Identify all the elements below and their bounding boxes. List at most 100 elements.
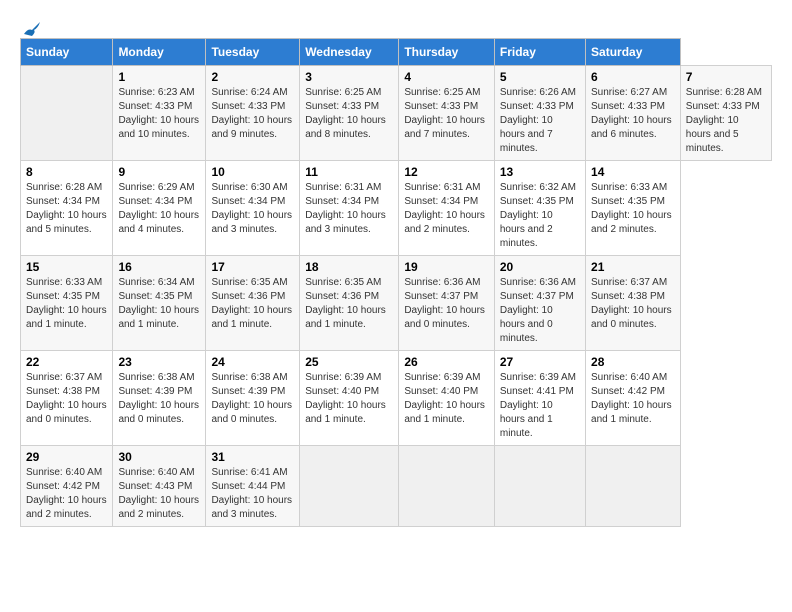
calendar-cell: 13 Sunrise: 6:32 AMSunset: 4:35 PMDaylig…: [494, 161, 585, 256]
day-header-monday: Monday: [113, 39, 206, 66]
day-number: 17: [211, 260, 294, 274]
day-number: 19: [404, 260, 489, 274]
calendar-cell: 30 Sunrise: 6:40 AMSunset: 4:43 PMDaylig…: [113, 446, 206, 527]
calendar-cell: 10 Sunrise: 6:30 AMSunset: 4:34 PMDaylig…: [206, 161, 300, 256]
calendar-cell: [300, 446, 399, 527]
day-number: 7: [686, 70, 766, 84]
day-info: Sunrise: 6:31 AMSunset: 4:34 PMDaylight:…: [404, 182, 485, 235]
day-number: 30: [118, 450, 200, 464]
day-number: 11: [305, 165, 393, 179]
calendar-cell: [586, 446, 681, 527]
calendar-cell: 19 Sunrise: 6:36 AMSunset: 4:37 PMDaylig…: [399, 256, 495, 351]
day-number: 6: [591, 70, 675, 84]
calendar-header-row: SundayMondayTuesdayWednesdayThursdayFrid…: [21, 39, 772, 66]
day-info: Sunrise: 6:37 AMSunset: 4:38 PMDaylight:…: [26, 372, 107, 425]
day-number: 5: [500, 70, 580, 84]
calendar-cell: 12 Sunrise: 6:31 AMSunset: 4:34 PMDaylig…: [399, 161, 495, 256]
calendar-cell: [399, 446, 495, 527]
day-number: 28: [591, 355, 675, 369]
calendar-cell: 6 Sunrise: 6:27 AMSunset: 4:33 PMDayligh…: [586, 66, 681, 161]
page-header: [20, 20, 772, 34]
day-number: 31: [211, 450, 294, 464]
calendar-cell: 15 Sunrise: 6:33 AMSunset: 4:35 PMDaylig…: [21, 256, 113, 351]
day-number: 29: [26, 450, 107, 464]
day-info: Sunrise: 6:40 AMSunset: 4:42 PMDaylight:…: [26, 467, 107, 520]
day-number: 1: [118, 70, 200, 84]
day-header-thursday: Thursday: [399, 39, 495, 66]
day-number: 4: [404, 70, 489, 84]
calendar-cell: 20 Sunrise: 6:36 AMSunset: 4:37 PMDaylig…: [494, 256, 585, 351]
calendar-cell: 26 Sunrise: 6:39 AMSunset: 4:40 PMDaylig…: [399, 351, 495, 446]
day-info: Sunrise: 6:24 AMSunset: 4:33 PMDaylight:…: [211, 87, 292, 140]
day-info: Sunrise: 6:36 AMSunset: 4:37 PMDaylight:…: [500, 277, 576, 344]
day-info: Sunrise: 6:26 AMSunset: 4:33 PMDaylight:…: [500, 87, 576, 154]
day-info: Sunrise: 6:39 AMSunset: 4:41 PMDaylight:…: [500, 372, 576, 439]
day-info: Sunrise: 6:35 AMSunset: 4:36 PMDaylight:…: [305, 277, 386, 330]
day-info: Sunrise: 6:25 AMSunset: 4:33 PMDaylight:…: [404, 87, 485, 140]
day-number: 14: [591, 165, 675, 179]
day-info: Sunrise: 6:33 AMSunset: 4:35 PMDaylight:…: [26, 277, 107, 330]
day-info: Sunrise: 6:29 AMSunset: 4:34 PMDaylight:…: [118, 182, 199, 235]
day-info: Sunrise: 6:23 AMSunset: 4:33 PMDaylight:…: [118, 87, 199, 140]
day-number: 12: [404, 165, 489, 179]
day-number: 9: [118, 165, 200, 179]
day-info: Sunrise: 6:35 AMSunset: 4:36 PMDaylight:…: [211, 277, 292, 330]
calendar-cell: 7 Sunrise: 6:28 AMSunset: 4:33 PMDayligh…: [680, 66, 771, 161]
day-info: Sunrise: 6:32 AMSunset: 4:35 PMDaylight:…: [500, 182, 576, 249]
day-header-tuesday: Tuesday: [206, 39, 300, 66]
day-header-wednesday: Wednesday: [300, 39, 399, 66]
calendar-cell: 23 Sunrise: 6:38 AMSunset: 4:39 PMDaylig…: [113, 351, 206, 446]
day-number: 18: [305, 260, 393, 274]
calendar-cell: 27 Sunrise: 6:39 AMSunset: 4:41 PMDaylig…: [494, 351, 585, 446]
day-info: Sunrise: 6:28 AMSunset: 4:33 PMDaylight:…: [686, 87, 762, 154]
calendar-cell: 28 Sunrise: 6:40 AMSunset: 4:42 PMDaylig…: [586, 351, 681, 446]
day-info: Sunrise: 6:34 AMSunset: 4:35 PMDaylight:…: [118, 277, 199, 330]
calendar-week-3: 22 Sunrise: 6:37 AMSunset: 4:38 PMDaylig…: [21, 351, 772, 446]
day-number: 21: [591, 260, 675, 274]
calendar-week-0: 1 Sunrise: 6:23 AMSunset: 4:33 PMDayligh…: [21, 66, 772, 161]
day-info: Sunrise: 6:31 AMSunset: 4:34 PMDaylight:…: [305, 182, 386, 235]
calendar-cell: 11 Sunrise: 6:31 AMSunset: 4:34 PMDaylig…: [300, 161, 399, 256]
day-number: 24: [211, 355, 294, 369]
day-header-sunday: Sunday: [21, 39, 113, 66]
day-number: 2: [211, 70, 294, 84]
day-number: 22: [26, 355, 107, 369]
calendar-cell: 14 Sunrise: 6:33 AMSunset: 4:35 PMDaylig…: [586, 161, 681, 256]
day-number: 10: [211, 165, 294, 179]
calendar-cell: [494, 446, 585, 527]
calendar-cell: 16 Sunrise: 6:34 AMSunset: 4:35 PMDaylig…: [113, 256, 206, 351]
day-number: 13: [500, 165, 580, 179]
calendar-cell: 2 Sunrise: 6:24 AMSunset: 4:33 PMDayligh…: [206, 66, 300, 161]
day-number: 15: [26, 260, 107, 274]
day-info: Sunrise: 6:28 AMSunset: 4:34 PMDaylight:…: [26, 182, 107, 235]
day-header-saturday: Saturday: [586, 39, 681, 66]
day-number: 26: [404, 355, 489, 369]
logo: [20, 20, 44, 34]
calendar-week-2: 15 Sunrise: 6:33 AMSunset: 4:35 PMDaylig…: [21, 256, 772, 351]
calendar-week-1: 8 Sunrise: 6:28 AMSunset: 4:34 PMDayligh…: [21, 161, 772, 256]
day-info: Sunrise: 6:25 AMSunset: 4:33 PMDaylight:…: [305, 87, 386, 140]
calendar-cell: 3 Sunrise: 6:25 AMSunset: 4:33 PMDayligh…: [300, 66, 399, 161]
day-number: 16: [118, 260, 200, 274]
calendar-cell: 8 Sunrise: 6:28 AMSunset: 4:34 PMDayligh…: [21, 161, 113, 256]
calendar-cell: 4 Sunrise: 6:25 AMSunset: 4:33 PMDayligh…: [399, 66, 495, 161]
day-info: Sunrise: 6:30 AMSunset: 4:34 PMDaylight:…: [211, 182, 292, 235]
day-header-friday: Friday: [494, 39, 585, 66]
day-info: Sunrise: 6:41 AMSunset: 4:44 PMDaylight:…: [211, 467, 292, 520]
day-info: Sunrise: 6:40 AMSunset: 4:43 PMDaylight:…: [118, 467, 199, 520]
day-info: Sunrise: 6:38 AMSunset: 4:39 PMDaylight:…: [118, 372, 199, 425]
day-info: Sunrise: 6:39 AMSunset: 4:40 PMDaylight:…: [305, 372, 386, 425]
calendar-cell: 1 Sunrise: 6:23 AMSunset: 4:33 PMDayligh…: [113, 66, 206, 161]
calendar-cell: [21, 66, 113, 161]
day-info: Sunrise: 6:39 AMSunset: 4:40 PMDaylight:…: [404, 372, 485, 425]
calendar-cell: 31 Sunrise: 6:41 AMSunset: 4:44 PMDaylig…: [206, 446, 300, 527]
calendar-cell: 21 Sunrise: 6:37 AMSunset: 4:38 PMDaylig…: [586, 256, 681, 351]
calendar-table: SundayMondayTuesdayWednesdayThursdayFrid…: [20, 38, 772, 527]
day-number: 23: [118, 355, 200, 369]
day-number: 25: [305, 355, 393, 369]
calendar-cell: 9 Sunrise: 6:29 AMSunset: 4:34 PMDayligh…: [113, 161, 206, 256]
day-info: Sunrise: 6:36 AMSunset: 4:37 PMDaylight:…: [404, 277, 485, 330]
calendar-cell: 24 Sunrise: 6:38 AMSunset: 4:39 PMDaylig…: [206, 351, 300, 446]
logo-bird-icon: [22, 20, 44, 38]
calendar-cell: 25 Sunrise: 6:39 AMSunset: 4:40 PMDaylig…: [300, 351, 399, 446]
